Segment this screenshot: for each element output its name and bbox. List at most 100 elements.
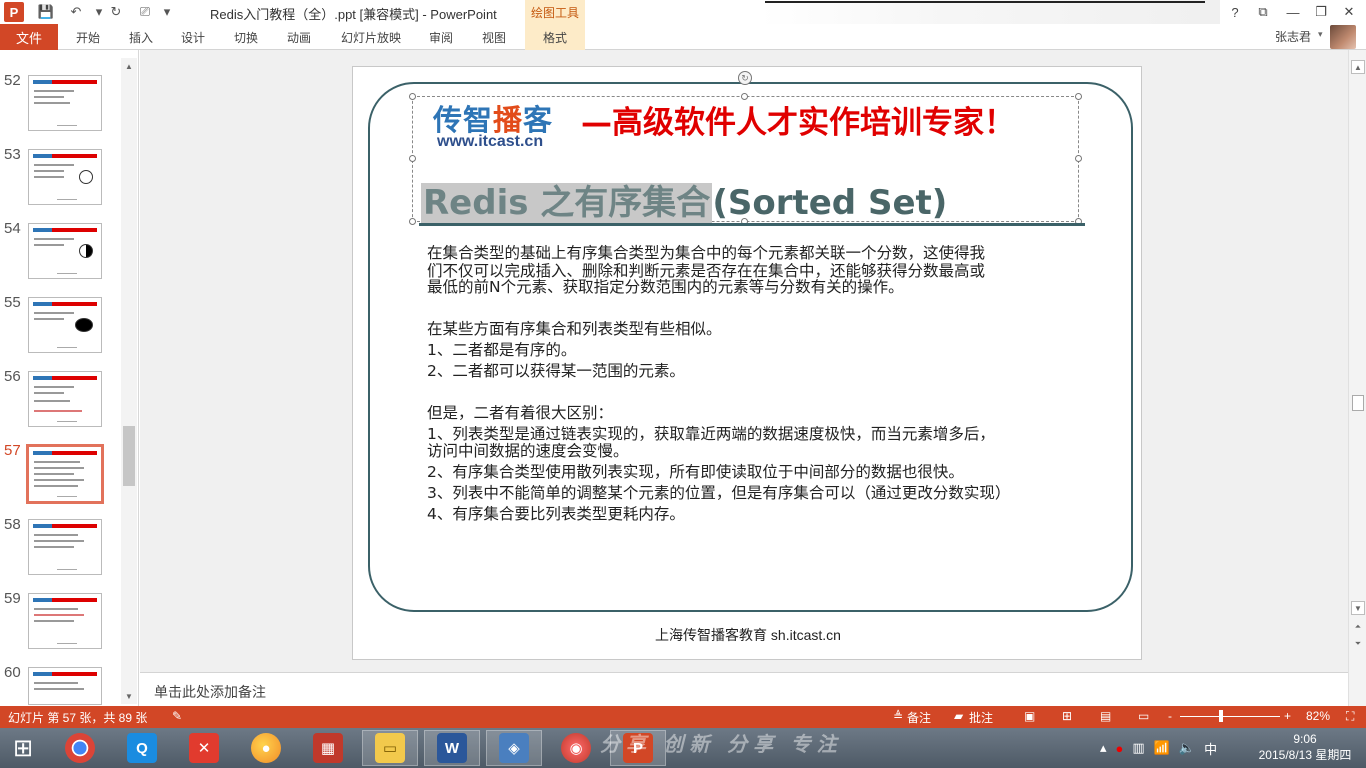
resize-handle[interactable] — [741, 93, 748, 100]
undo-dropdown-icon[interactable]: ▾ — [92, 3, 106, 21]
qq-browser-icon[interactable]: Q — [114, 730, 170, 766]
scrollbar-thumb[interactable] — [1352, 395, 1364, 411]
tab-slideshow[interactable]: 幻灯片放映 — [334, 24, 408, 50]
slide-thumbnail-57[interactable] — [26, 444, 104, 504]
slideshow-icon[interactable]: ▭ — [1138, 709, 1149, 723]
xmind-icon[interactable]: ✕ — [176, 730, 232, 766]
body-line: 2、有序集合类型使用散列表实现，所有即使读取位于中间部分的数据也很快。 — [427, 463, 964, 481]
tab-design[interactable]: 设计 — [172, 24, 214, 50]
resize-handle[interactable] — [1075, 93, 1082, 100]
scroll-down-icon[interactable]: ▼ — [1351, 601, 1365, 615]
resize-handle[interactable] — [409, 93, 416, 100]
signal-icon[interactable]: 📶 — [1154, 740, 1170, 756]
redo-icon[interactable]: ↻ — [106, 3, 126, 21]
normal-view-icon[interactable]: ▣ — [1024, 709, 1035, 723]
user-name[interactable]: 张志君 — [1275, 28, 1311, 45]
record-icon[interactable]: ● — [1116, 741, 1124, 756]
tab-animations[interactable]: 动画 — [278, 24, 320, 50]
notes-icon[interactable]: ≜ — [893, 709, 903, 723]
spellcheck-icon[interactable]: ✎ — [172, 709, 182, 723]
tab-view[interactable]: 视图 — [473, 24, 515, 50]
resize-handle[interactable] — [409, 155, 416, 162]
zoom-out-button[interactable]: - — [1168, 709, 1172, 723]
fit-to-window-icon[interactable]: ⛶ — [1346, 709, 1354, 724]
resize-handle[interactable] — [409, 218, 416, 225]
tray-expand-icon[interactable]: ▴ — [1100, 740, 1107, 756]
chrome-icon[interactable] — [52, 730, 108, 766]
undo-icon[interactable]: ↶ — [64, 3, 88, 21]
slide-thumbnail-58[interactable] — [28, 519, 102, 575]
scroll-up-icon[interactable]: ▲ — [1351, 60, 1365, 74]
zoom-level[interactable]: 82% — [1306, 709, 1330, 723]
ribbon-tab-bar: 文件 开始 插入 设计 切换 动画 幻灯片放映 审阅 视图 格式 张志君 ▾ — [0, 24, 1366, 50]
file-explorer-icon[interactable]: ▭ — [362, 730, 418, 766]
slide-thumbnail-56[interactable] — [28, 371, 102, 427]
comments-button[interactable]: 批注 — [969, 709, 993, 726]
slide-sorter-icon[interactable]: ⊞ — [1062, 709, 1072, 723]
minimize-icon[interactable]: — — [1282, 2, 1304, 22]
slide-title-selected-text: Redis 之有序集合 — [421, 183, 713, 223]
slide-thumbnail-52[interactable] — [28, 75, 102, 131]
zoom-in-button[interactable]: + — [1284, 709, 1291, 723]
tab-home[interactable]: 开始 — [66, 24, 110, 50]
avatar[interactable] — [1330, 25, 1356, 49]
slide-footer: 上海传智播客教育 sh.itcast.cn — [655, 627, 841, 643]
system-clock[interactable]: 9:06 2015/8/13 星期四 — [1250, 731, 1360, 763]
volume-icon[interactable]: 🔈 — [1179, 740, 1195, 756]
scroll-up-icon[interactable]: ▲ — [121, 58, 137, 74]
slide-thumbnail-54[interactable] — [28, 223, 102, 279]
wallpaper-watermark: 分享 创新 分享 专注 — [600, 734, 843, 756]
user-dropdown-icon[interactable]: ▾ — [1318, 29, 1323, 40]
tab-format[interactable]: 格式 — [525, 24, 585, 50]
comments-icon[interactable]: ▰ — [954, 709, 963, 723]
thumbnail-number: 55 — [4, 294, 21, 311]
rotate-handle-icon[interactable]: ↻ — [738, 71, 752, 85]
reading-view-icon[interactable]: ▤ — [1100, 709, 1111, 723]
slide-thumbnail-60[interactable] — [28, 667, 102, 705]
thumbnail-scrollbar[interactable]: ▲ ▼ — [121, 58, 137, 704]
slide-editing-area: 传智播客 www.itcast.cn —高级软件人才实作培训专家！ ↻ Redi… — [140, 50, 1348, 672]
thumbnail-number: 60 — [4, 664, 21, 681]
next-slide-icon[interactable]: ⏷ — [1351, 637, 1365, 651]
clock-date: 2015/8/13 星期四 — [1258, 748, 1352, 762]
calendar-app-icon[interactable]: ▦ — [300, 730, 356, 766]
virtualbox-icon[interactable]: ◈ — [486, 730, 542, 766]
body-line: 3、列表中不能简单的调整某个元素的位置，但是有序集合可以（通过更改分数实现） — [427, 484, 1011, 502]
ribbon-display-icon[interactable]: ⧉ — [1252, 2, 1274, 22]
scrollbar-thumb[interactable] — [123, 426, 135, 486]
word-icon[interactable]: W — [424, 730, 480, 766]
preview-icon[interactable]: ⎚ — [134, 3, 156, 21]
restore-icon[interactable]: ❐ — [1310, 2, 1332, 22]
slide-canvas[interactable]: 传智播客 www.itcast.cn —高级软件人才实作培训专家！ ↻ Redi… — [352, 66, 1142, 660]
thumbnail-number: 58 — [4, 516, 21, 533]
slide-thumbnail-53[interactable] — [28, 149, 102, 205]
scroll-down-icon[interactable]: ▼ — [121, 688, 137, 704]
body-line: 最低的前N个元素、获取指定分数范围内的元素等与分数有关的操作。 — [427, 278, 904, 296]
zoom-slider-knob[interactable] — [1219, 710, 1223, 722]
tab-insert[interactable]: 插入 — [120, 24, 162, 50]
windows-start-icon[interactable]: ⊞ — [8, 734, 38, 762]
slide-thumbnail-55[interactable] — [28, 297, 102, 353]
editor-vertical-scrollbar[interactable]: ▲ ▼ ⏶ ⏷ — [1348, 50, 1366, 706]
network-icon[interactable]: ▥ — [1132, 740, 1144, 756]
customize-toolbar-icon[interactable]: ▾ — [160, 3, 174, 21]
snail-app-icon[interactable]: ◉ — [548, 730, 604, 766]
paint-icon[interactable]: ● — [238, 730, 294, 766]
resize-handle[interactable] — [1075, 155, 1082, 162]
previous-slide-icon[interactable]: ⏶ — [1351, 620, 1365, 634]
notes-pane[interactable]: 单击此处添加备注 — [140, 672, 1348, 706]
powerpoint-app-icon[interactable]: P — [4, 2, 24, 22]
save-icon[interactable]: 💾 — [36, 3, 56, 21]
tab-file[interactable]: 文件 — [0, 24, 58, 50]
slide-title[interactable]: Redis 之有序集合(Sorted Set) — [421, 175, 947, 224]
body-line: 4、有序集合要比列表类型更耗内存。 — [427, 505, 685, 523]
tab-review[interactable]: 审阅 — [420, 24, 462, 50]
ime-indicator[interactable]: 中 — [1204, 739, 1217, 758]
zoom-slider-track[interactable] — [1180, 716, 1280, 717]
tab-transitions[interactable]: 切换 — [225, 24, 267, 50]
help-icon[interactable]: ? — [1224, 2, 1246, 22]
close-icon[interactable]: ✕ — [1338, 2, 1360, 22]
slide-thumbnail-59[interactable] — [28, 593, 102, 649]
notes-button[interactable]: 备注 — [907, 709, 931, 726]
notes-placeholder[interactable]: 单击此处添加备注 — [154, 682, 266, 702]
